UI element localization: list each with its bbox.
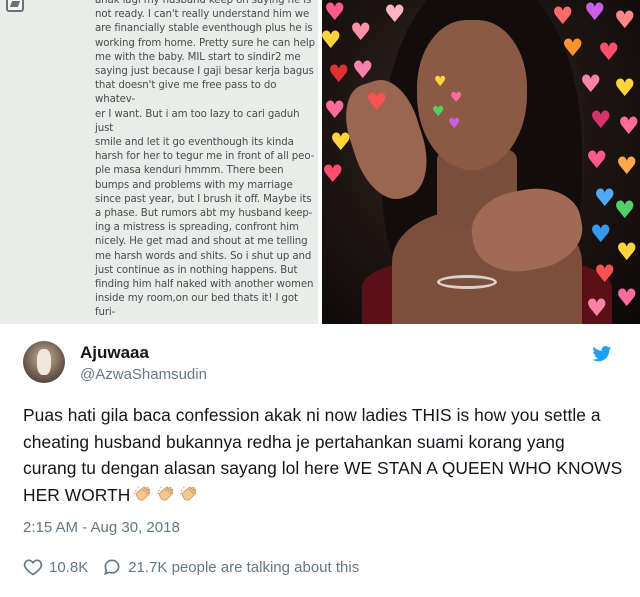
heart-icon: ♥ [324,0,346,26]
photo-necklace [437,275,497,289]
clapping-hands-emoji [134,485,151,501]
heart-icon: ♥ [432,104,445,120]
heart-icon: ♥ [590,106,612,134]
heart-icon: ♥ [618,112,640,140]
heart-icon: ♥ [450,90,463,106]
tweet-actions: 10.8K 21.7K people are talking about thi… [23,556,359,578]
heart-icon: ♥ [586,146,608,174]
heart-icon: ♥ [594,184,616,212]
clapping-hands-emoji-group [130,485,199,505]
heart-icon: ♥ [322,26,342,54]
like-count[interactable]: 10.8K [49,559,88,576]
tweet-body: Puas hati gila baca confession akak ni n… [23,402,623,508]
heart-icon: ♥ [616,238,638,266]
photo-face [417,20,527,170]
confession-text: anak lagi my husband keep on saying he i… [95,0,315,319]
tweet-media[interactable]: anak lagi my husband keep on saying he i… [0,0,640,324]
avatar[interactable] [23,341,65,383]
tweet-timestamp[interactable]: 2:15 AM - Aug 30, 2018 [23,519,180,536]
heart-icon: ♥ [328,60,350,88]
speech-bubble-icon[interactable] [102,557,122,577]
clapping-hands-emoji [157,485,174,501]
heart-icon: ♥ [448,116,461,132]
tweet-body-text: Puas hati gila baca confession akak ni n… [23,405,623,505]
heart-icon: ♥ [616,284,638,312]
heart-icon: ♥ [384,0,406,28]
heart-icon: ♥ [616,152,638,180]
heart-icon: ♥ [614,196,636,224]
heart-icon: ♥ [350,18,372,46]
display-name[interactable]: Ajuwaaa [80,343,149,363]
clapping-hands-emoji [180,485,197,501]
heart-icon: ♥ [598,38,620,66]
crying-woman-hearts-image[interactable]: ♥ ♥ ♥ ♥ ♥ ♥ ♥ ♥ ♥ ♥ ♥ ♥ ♥ ♥ ♥ ♥ ♥ ♥ ♥ ♥ … [322,0,640,324]
heart-icon: ♥ [614,74,636,102]
heart-icon: ♥ [322,160,344,188]
heart-icon: ♥ [324,96,346,124]
heart-icon: ♥ [552,2,574,30]
heart-icon: ♥ [614,6,636,34]
heart-icon: ♥ [434,74,447,90]
twitter-bird-icon[interactable] [592,346,612,362]
heart-icon: ♥ [352,56,374,84]
tweet-card[interactable]: Ajuwaaa @AzwaShamsudin Puas hati gila ba… [0,324,640,597]
image-icon [6,0,24,12]
heart-icon: ♥ [562,34,584,62]
heart-icon: ♥ [586,294,608,322]
talking-about-link[interactable]: 21.7K people are talking about this [128,559,359,576]
heart-icon: ♥ [590,220,612,248]
user-handle[interactable]: @AzwaShamsudin [80,366,207,383]
heart-icon: ♥ [580,70,602,98]
heart-icon: ♥ [584,0,606,26]
heart-icon: ♥ [330,128,352,156]
confession-screenshot-image[interactable]: anak lagi my husband keep on saying he i… [0,0,320,324]
heart-outline-icon[interactable] [23,557,43,577]
heart-icon: ♥ [366,88,388,116]
heart-icon: ♥ [594,260,616,288]
